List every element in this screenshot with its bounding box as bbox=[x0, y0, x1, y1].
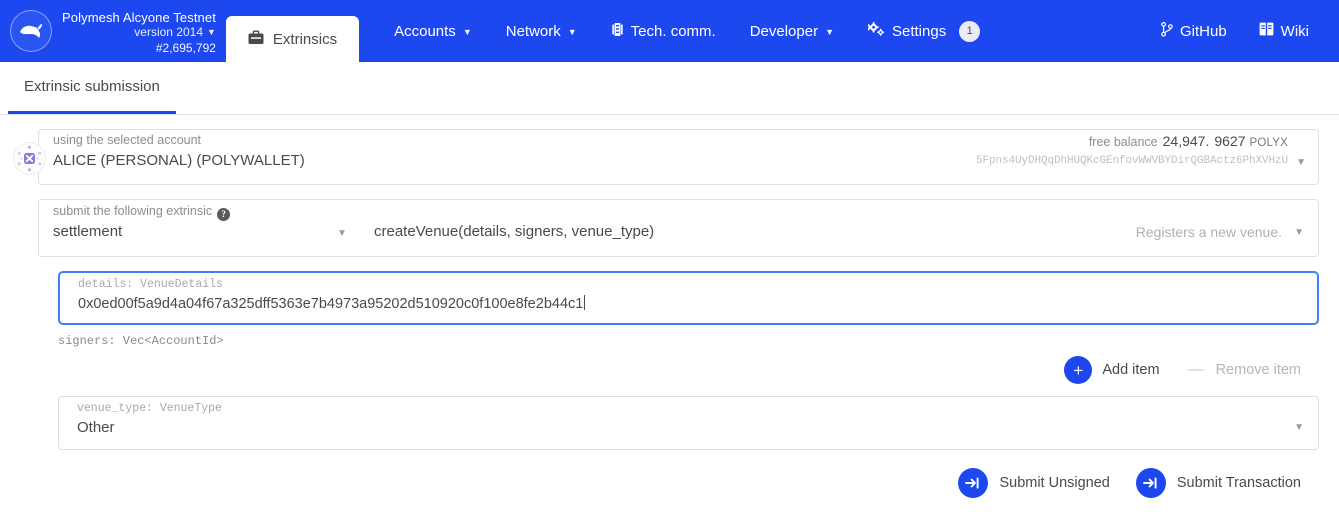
book-icon bbox=[1259, 22, 1274, 40]
nav-item-wiki-label: Wiki bbox=[1280, 22, 1309, 40]
signers-item-actions: + Add item — Remove item bbox=[0, 350, 1339, 390]
nav-item-developer-label: Developer bbox=[749, 22, 819, 40]
minus-icon: — bbox=[1187, 361, 1204, 378]
nav-right-group: GitHub Wiki bbox=[1145, 0, 1339, 62]
nav-item-settings-label: Settings bbox=[892, 22, 947, 40]
app-root: Polymesh Alcyone Testnet version 2014 ▼ #… bbox=[0, 0, 1339, 527]
tab-extrinsic-submission[interactable]: Extrinsic submission bbox=[8, 62, 176, 114]
signers-field-label: signers: Vec<AccountId> bbox=[58, 334, 224, 348]
submit-transaction-button[interactable]: Submit Transaction bbox=[1135, 468, 1301, 498]
extrinsic-method-value[interactable]: createVenue(details, signers, venue_type… bbox=[374, 223, 654, 240]
account-name: ALICE (PERSONAL) (POLYWALLET) bbox=[53, 152, 305, 169]
balance-whole: 24,947. bbox=[1162, 133, 1210, 149]
venue-type-value: Other bbox=[77, 419, 115, 436]
chevron-down-icon: ▼ bbox=[567, 27, 577, 37]
extrinsic-label-text: submit the following extrinsic bbox=[53, 204, 213, 218]
remove-item-label: Remove item bbox=[1215, 362, 1301, 378]
tab-extrinsic-submission-label: Extrinsic submission bbox=[24, 78, 160, 95]
chain-name: Polymesh Alcyone Testnet bbox=[62, 10, 216, 25]
venue-type-field[interactable]: venue_type: VenueType Other ▼ bbox=[58, 396, 1319, 450]
venue-type-field-label: venue_type: VenueType bbox=[77, 402, 222, 415]
tab-extrinsics[interactable]: Extrinsics bbox=[225, 16, 360, 62]
chevron-down-icon: ▼ bbox=[462, 27, 472, 37]
git-branch-icon bbox=[1161, 21, 1173, 41]
balance-fraction: 9627 bbox=[1214, 133, 1246, 149]
nav-item-network[interactable]: Network ▼ bbox=[489, 0, 594, 62]
nav-item-wiki[interactable]: Wiki bbox=[1243, 0, 1325, 62]
chevron-down-icon[interactable]: ▼ bbox=[1294, 422, 1304, 433]
chevron-down-icon[interactable]: ▼ bbox=[1294, 227, 1304, 238]
chevron-down-icon: ▼ bbox=[207, 27, 216, 37]
polkadot-identicon-avatar bbox=[13, 142, 46, 175]
chain-version: version 2014 bbox=[134, 25, 203, 39]
sub-tab-bar: Extrinsic submission bbox=[0, 62, 1339, 115]
chevron-down-icon[interactable]: ▼ bbox=[337, 228, 347, 239]
settings-badge: 1 bbox=[959, 20, 981, 42]
briefcase-icon bbox=[248, 30, 264, 49]
tab-extrinsics-label: Extrinsics bbox=[272, 30, 338, 48]
add-item-button[interactable]: + Add item bbox=[1064, 356, 1160, 384]
chain-version-row[interactable]: version 2014 ▼ bbox=[62, 25, 216, 41]
nav-item-accounts[interactable]: Accounts ▼ bbox=[377, 0, 489, 62]
submit-transaction-label: Submit Transaction bbox=[1176, 475, 1301, 491]
block-number: #2,695,792 bbox=[155, 41, 216, 55]
brand-block[interactable]: Polymesh Alcyone Testnet version 2014 ▼ #… bbox=[0, 0, 216, 62]
submit-actions: Submit Unsigned Submit Transaction bbox=[0, 450, 1339, 498]
nav-item-tech-comm-label: Tech. comm. bbox=[630, 22, 716, 40]
details-field[interactable]: details: VenueDetails 0x0ed00f5a9d4a04f6… bbox=[58, 271, 1319, 325]
chevron-down-icon: ▼ bbox=[825, 27, 834, 37]
balance-group: free balance 24,947. 9627 POLYX bbox=[1089, 133, 1288, 151]
details-field-label: details: VenueDetails bbox=[78, 278, 223, 291]
brand-text: Polymesh Alcyone Testnet version 2014 ▼ #… bbox=[62, 7, 216, 56]
nav-item-accounts-label: Accounts bbox=[394, 22, 456, 40]
nav-item-tech-comm[interactable]: Tech. comm. bbox=[594, 0, 733, 62]
details-field-value[interactable]: 0x0ed00f5a9d4a04f67a325dff5363e7b4973a95… bbox=[78, 295, 586, 312]
details-field-text: 0x0ed00f5a9d4a04f67a325dff5363e7b4973a95… bbox=[78, 296, 584, 312]
extrinsic-label: submit the following extrinsic? bbox=[53, 204, 231, 221]
question-mark-icon[interactable]: ? bbox=[217, 207, 231, 221]
account-label: using the selected account bbox=[53, 133, 202, 147]
remove-item-button: — Remove item bbox=[1186, 361, 1301, 379]
extrinsic-description: Registers a new venue. bbox=[1135, 224, 1282, 240]
nav-item-settings[interactable]: Settings 1 bbox=[851, 0, 997, 62]
extrinsic-selector: submit the following extrinsic? settleme… bbox=[38, 199, 1319, 257]
account-selector[interactable]: using the selected account ALICE (PERSON… bbox=[13, 129, 1319, 185]
nav-item-developer[interactable]: Developer ▼ bbox=[733, 0, 851, 62]
extrinsic-module-value[interactable]: settlement bbox=[53, 223, 122, 240]
chevron-down-icon[interactable]: ▼ bbox=[1296, 157, 1306, 168]
account-address: 5Fpns4UyDHQqDhHUQKcGEnfovWWVBYDirQGBActz… bbox=[975, 155, 1288, 167]
polymesh-bull-logo-icon bbox=[10, 10, 52, 52]
main-nav: Accounts ▼ Network ▼ Tech. comm. Develop… bbox=[377, 0, 997, 62]
submit-unsigned-label: Submit Unsigned bbox=[999, 475, 1110, 491]
balance-unit: POLYX bbox=[1249, 137, 1288, 149]
plus-icon: + bbox=[1064, 356, 1093, 384]
nav-item-github[interactable]: GitHub bbox=[1145, 0, 1243, 62]
nav-item-github-label: GitHub bbox=[1179, 22, 1227, 40]
sign-in-arrow-icon bbox=[958, 468, 989, 498]
submit-unsigned-button[interactable]: Submit Unsigned bbox=[958, 468, 1110, 498]
nav-item-network-label: Network bbox=[505, 22, 561, 40]
sign-in-arrow-icon bbox=[1135, 468, 1166, 498]
text-cursor bbox=[584, 295, 586, 310]
balance-label: free balance bbox=[1088, 135, 1158, 149]
gear-icon bbox=[867, 21, 885, 41]
main-content: using the selected account ALICE (PERSON… bbox=[0, 115, 1339, 498]
top-navigation-bar: Polymesh Alcyone Testnet version 2014 ▼ #… bbox=[0, 0, 1339, 62]
chip-icon bbox=[611, 22, 624, 41]
add-item-label: Add item bbox=[1102, 362, 1160, 378]
